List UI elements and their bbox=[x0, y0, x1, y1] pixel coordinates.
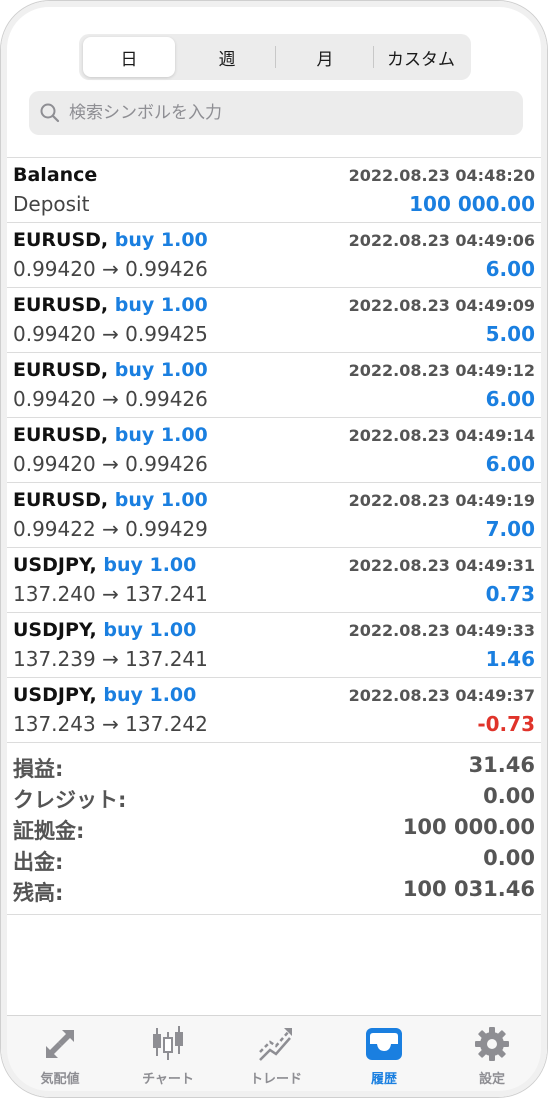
row-time: 2022.08.23 04:49:33 bbox=[348, 621, 535, 640]
symbol-search-bar[interactable] bbox=[29, 91, 523, 135]
list-item-deal[interactable]: USDJPY, buy 1.00 2022.08.23 04:49:33 137… bbox=[1, 613, 547, 678]
tab-history[interactable]: 履歴 bbox=[329, 1016, 439, 1096]
tab-label: 気配値 bbox=[40, 1072, 80, 1087]
row-title: Balance bbox=[13, 164, 98, 186]
row-amount: 0.73 bbox=[485, 582, 535, 606]
row-amount: 5.00 bbox=[485, 322, 535, 346]
row-detail: 137.243 → 137.242 bbox=[13, 712, 208, 736]
row-action: buy 1.00 bbox=[114, 359, 208, 381]
tab-custom[interactable]: カスタム bbox=[375, 37, 467, 77]
trade-line-icon bbox=[259, 1028, 292, 1061]
row-amount: 100 000.00 bbox=[409, 192, 535, 216]
tab-label: トレード bbox=[249, 1072, 302, 1087]
tab-label: 設定 bbox=[478, 1072, 505, 1087]
row-detail: Deposit bbox=[13, 192, 90, 216]
summary-label: 残高: bbox=[13, 881, 64, 905]
row-amount: 6.00 bbox=[485, 452, 535, 476]
row-title: EURUSD, buy 1.00 bbox=[13, 359, 208, 381]
segment-divider bbox=[275, 46, 276, 68]
search-icon bbox=[40, 103, 60, 123]
row-detail: 137.239 → 137.241 bbox=[13, 647, 208, 671]
list-item-deal[interactable]: EURUSD, buy 1.00 2022.08.23 04:49:12 0.9… bbox=[1, 353, 547, 418]
tab-day[interactable]: 日 bbox=[83, 37, 175, 77]
row-action: buy 1.00 bbox=[114, 489, 208, 511]
gear-icon bbox=[475, 1027, 509, 1061]
tab-week[interactable]: 週 bbox=[179, 37, 275, 77]
tab-settings[interactable]: 設定 bbox=[437, 1016, 547, 1096]
summary-credit: クレジット: 0.00 bbox=[1, 784, 547, 815]
row-detail: 0.99422 → 0.99429 bbox=[13, 517, 208, 541]
search-input[interactable] bbox=[67, 102, 491, 124]
summary-label: 損益: bbox=[13, 757, 64, 781]
row-time: 2022.08.23 04:49:12 bbox=[348, 361, 535, 380]
bottom-tab-bar: 気配値 チャート トレード 履歴 設定 bbox=[1, 1015, 547, 1097]
row-time: 2022.08.23 04:48:20 bbox=[348, 166, 535, 185]
row-amount: 6.00 bbox=[485, 387, 535, 411]
row-title: USDJPY, buy 1.00 bbox=[13, 684, 197, 706]
account-summary: 損益: 31.46 クレジット: 0.00 証拠金: 100 000.00 出金… bbox=[1, 753, 547, 913]
list-item-deal[interactable]: EURUSD, buy 1.00 2022.08.23 04:49:06 0.9… bbox=[1, 223, 547, 288]
history-list: Balance 2022.08.23 04:48:20 Deposit 100 … bbox=[1, 158, 547, 743]
summary-label: 証拠金: bbox=[13, 819, 85, 843]
row-title: EURUSD, buy 1.00 bbox=[13, 424, 208, 446]
row-time: 2022.08.23 04:49:14 bbox=[348, 426, 535, 445]
tab-chart[interactable]: チャート bbox=[113, 1016, 223, 1096]
row-time: 2022.08.23 04:49:31 bbox=[348, 556, 535, 575]
summary-value: 0.00 bbox=[483, 784, 535, 808]
row-action: buy 1.00 bbox=[103, 619, 197, 641]
summary-deposit: 証拠金: 100 000.00 bbox=[1, 815, 547, 846]
row-title: USDJPY, buy 1.00 bbox=[13, 619, 197, 641]
candlestick-chart-icon bbox=[153, 1026, 183, 1060]
row-detail: 0.99420 → 0.99426 bbox=[13, 257, 208, 281]
summary-label: クレジット: bbox=[13, 788, 127, 812]
list-item-deal[interactable]: USDJPY, buy 1.00 2022.08.23 04:49:31 137… bbox=[1, 548, 547, 613]
period-segmented-control: 日 週 月 カスタム bbox=[79, 34, 471, 80]
list-item-deal[interactable]: EURUSD, buy 1.00 2022.08.23 04:49:09 0.9… bbox=[1, 288, 547, 353]
row-time: 2022.08.23 04:49:09 bbox=[348, 296, 535, 315]
row-detail: 137.240 → 137.241 bbox=[13, 582, 208, 606]
row-title: EURUSD, buy 1.00 bbox=[13, 229, 208, 251]
row-amount: 6.00 bbox=[485, 257, 535, 281]
summary-balance: 残高: 100 031.46 bbox=[1, 877, 547, 908]
summary-value: 100 000.00 bbox=[402, 815, 535, 839]
row-action: buy 1.00 bbox=[103, 554, 197, 576]
tab-label: チャート bbox=[142, 1072, 194, 1087]
segment-divider bbox=[373, 46, 374, 68]
summary-value: 100 031.46 bbox=[402, 877, 535, 901]
row-title: EURUSD, buy 1.00 bbox=[13, 489, 208, 511]
tab-trade[interactable]: トレード bbox=[221, 1016, 331, 1096]
history-inbox-icon bbox=[366, 1028, 402, 1060]
tab-month[interactable]: 月 bbox=[277, 37, 373, 77]
list-item-deal[interactable]: USDJPY, buy 1.00 2022.08.23 04:49:37 137… bbox=[1, 678, 547, 743]
row-amount: 1.46 bbox=[485, 647, 535, 671]
list-item-deal[interactable]: EURUSD, buy 1.00 2022.08.23 04:49:19 0.9… bbox=[1, 483, 547, 548]
row-title: EURUSD, buy 1.00 bbox=[13, 294, 208, 316]
row-detail: 0.99420 → 0.99426 bbox=[13, 387, 208, 411]
summary-label: 出金: bbox=[13, 850, 64, 874]
row-detail: 0.99420 → 0.99425 bbox=[13, 322, 208, 346]
summary-divider bbox=[1, 914, 547, 915]
list-item-balance[interactable]: Balance 2022.08.23 04:48:20 Deposit 100 … bbox=[1, 158, 547, 223]
list-item-deal[interactable]: EURUSD, buy 1.00 2022.08.23 04:49:14 0.9… bbox=[1, 418, 547, 483]
tab-label: 履歴 bbox=[370, 1072, 397, 1087]
row-title: USDJPY, buy 1.00 bbox=[13, 554, 197, 576]
tab-quotes[interactable]: 気配値 bbox=[5, 1016, 115, 1096]
row-amount: 7.00 bbox=[485, 517, 535, 541]
row-action: buy 1.00 bbox=[103, 684, 197, 706]
row-detail: 0.99420 → 0.99426 bbox=[13, 452, 208, 476]
quotes-arrows-icon bbox=[46, 1030, 74, 1058]
phone-frame: 日 週 月 カスタム Balance 2022.08.23 04:48:20 D… bbox=[0, 0, 548, 1098]
row-time: 2022.08.23 04:49:19 bbox=[348, 491, 535, 510]
row-action: buy 1.00 bbox=[114, 424, 208, 446]
row-action: buy 1.00 bbox=[114, 229, 208, 251]
summary-profit: 損益: 31.46 bbox=[1, 753, 547, 784]
row-amount: -0.73 bbox=[477, 712, 535, 736]
row-action: buy 1.00 bbox=[114, 294, 208, 316]
summary-withdrawal: 出金: 0.00 bbox=[1, 846, 547, 877]
summary-value: 0.00 bbox=[483, 846, 535, 870]
summary-value: 31.46 bbox=[468, 753, 535, 777]
row-time: 2022.08.23 04:49:06 bbox=[348, 231, 535, 250]
row-time: 2022.08.23 04:49:37 bbox=[348, 686, 535, 705]
